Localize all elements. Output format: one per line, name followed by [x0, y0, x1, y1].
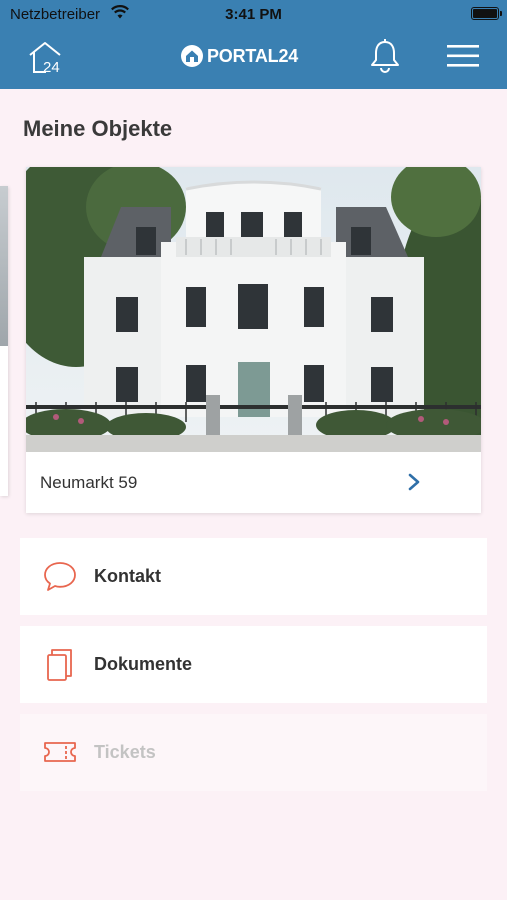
menu-item-dokumente[interactable]: Dokumente	[20, 626, 487, 703]
ticket-icon	[44, 742, 76, 762]
chevron-right-icon[interactable]	[406, 472, 422, 492]
menu-item-label: Tickets	[94, 742, 156, 762]
carousel-previous-card[interactable]	[0, 186, 8, 496]
menu-item-tickets: Tickets	[20, 714, 487, 791]
home-24-icon[interactable]: 24	[26, 38, 64, 76]
carousel-previous-image	[0, 186, 8, 346]
clock: 3:41 PM	[225, 6, 282, 23]
documents-icon	[47, 649, 72, 681]
home-icon-text: 24	[43, 59, 60, 76]
page-title: Meine Objekte	[23, 116, 173, 141]
hamburger-menu-icon[interactable]	[446, 43, 480, 69]
menu-item-kontakt[interactable]: Kontakt	[20, 538, 487, 615]
status-bar: Netzbetreiber 3:41 PM	[0, 0, 507, 28]
property-card[interactable]: Neumarkt 59	[26, 167, 481, 513]
property-photo	[26, 167, 481, 452]
menu-item-label: Dokumente	[94, 654, 193, 674]
chat-bubble-icon	[44, 562, 76, 591]
bell-icon[interactable]	[368, 38, 402, 74]
top-navigation-bar: 24 PORTAL24	[0, 28, 507, 89]
battery-icon	[471, 7, 502, 20]
logo-text: PORTAL24	[207, 45, 299, 66]
property-address: Neumarkt 59	[40, 473, 138, 492]
logo-house-icon	[181, 45, 203, 67]
portal24-logo: PORTAL24	[180, 43, 298, 69]
menu-item-label: Kontakt	[94, 566, 161, 586]
